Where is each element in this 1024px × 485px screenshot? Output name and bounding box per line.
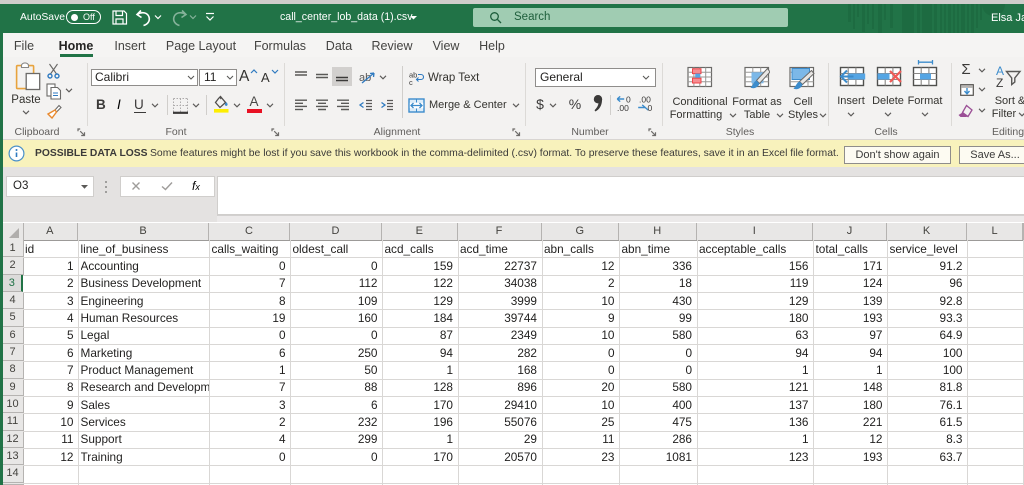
svg-text:0: 0 [648,103,653,112]
svg-text:ab: ab [359,72,371,84]
svg-text:.00: .00 [617,103,629,112]
svg-text:Z: Z [996,76,1003,89]
svg-text:c: c [409,78,413,85]
